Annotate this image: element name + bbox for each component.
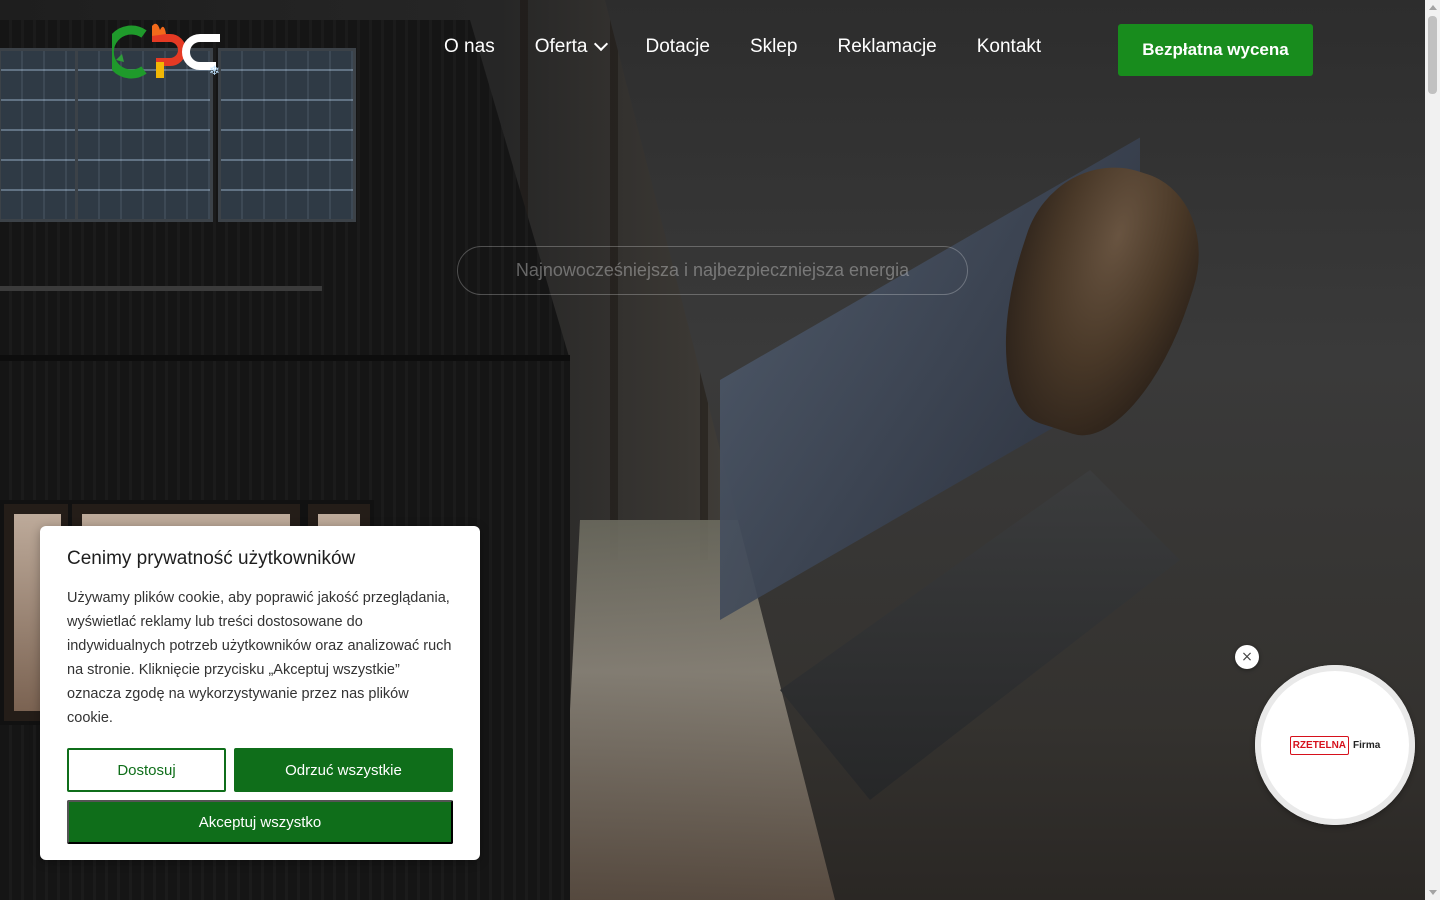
rzetelna-firma-badge[interactable]: RZETELNA Firma — [1255, 665, 1415, 825]
nav-item-reklamacje[interactable]: Reklamacje — [837, 36, 936, 58]
scrollbar[interactable] — [1425, 0, 1440, 900]
hero-roof-edge — [0, 355, 570, 361]
nav-item-label: Sklep — [749, 36, 798, 57]
free-quote-button[interactable]: Bezpłatna wycena — [1118, 24, 1313, 76]
accept-all-button[interactable]: Akceptuj wszystko — [67, 800, 453, 844]
main-nav: O nas Oferta Dotacje Sklep Reklamacje Ko… — [444, 36, 1041, 58]
scroll-down-icon[interactable] — [1429, 890, 1437, 895]
nav-item-label: Oferta — [534, 36, 588, 57]
close-icon[interactable]: × — [1235, 645, 1259, 669]
nav-item-label: Dotacje — [645, 36, 710, 57]
nav-item-dotacje[interactable]: Dotacje — [646, 36, 710, 58]
nav-item-label: Reklamacje — [837, 36, 937, 57]
cookie-title: Cenimy prywatność użytkowników — [67, 548, 356, 569]
svg-text:❄: ❄ — [209, 64, 220, 79]
scroll-thumb[interactable] — [1428, 16, 1437, 94]
chevron-down-icon — [593, 36, 608, 52]
hero-roof-rail — [0, 286, 322, 291]
scroll-up-icon[interactable] — [1429, 5, 1437, 10]
cookie-actions: Dostosuj Odrzuć wszystkie — [67, 748, 453, 792]
nav-item-label: Kontakt — [976, 36, 1042, 57]
cookie-body: Używamy plików cookie, aby poprawić jako… — [67, 590, 452, 726]
nav-item-sklep[interactable]: Sklep — [750, 36, 798, 58]
nav-item-kontakt[interactable]: Kontakt — [977, 36, 1041, 58]
badge-brand-dark: Firma — [1353, 739, 1381, 751]
logo[interactable]: ❄ — [112, 20, 227, 82]
solar-panel — [218, 48, 356, 222]
nav-item-label: O nas — [444, 36, 495, 57]
hero-tagline: Najnowocześniejsza i najbezpieczniejsza … — [457, 246, 968, 295]
nav-item-o-nas[interactable]: O nas — [444, 36, 495, 58]
customize-button[interactable]: Dostosuj — [67, 748, 226, 792]
reject-all-button[interactable]: Odrzuć wszystkie — [234, 748, 453, 792]
badge-brand-red: RZETELNA — [1289, 735, 1350, 755]
nav-item-oferta[interactable]: Oferta — [534, 36, 608, 58]
cookie-consent-dialog: Cenimy prywatność użytkowników Używamy p… — [40, 526, 480, 860]
